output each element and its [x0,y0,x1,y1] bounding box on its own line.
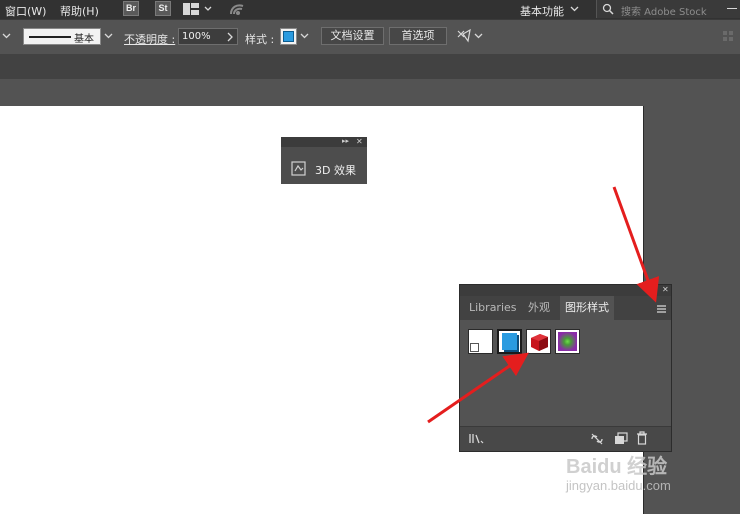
arrow-to-panel-menu [612,186,660,303]
arrow-to-red-style [427,352,529,424]
watermark-brand: Baidu 经验 [566,456,668,478]
watermark-url: jingyan.baidu.com [566,478,671,493]
annotation-arrows [427,186,660,424]
